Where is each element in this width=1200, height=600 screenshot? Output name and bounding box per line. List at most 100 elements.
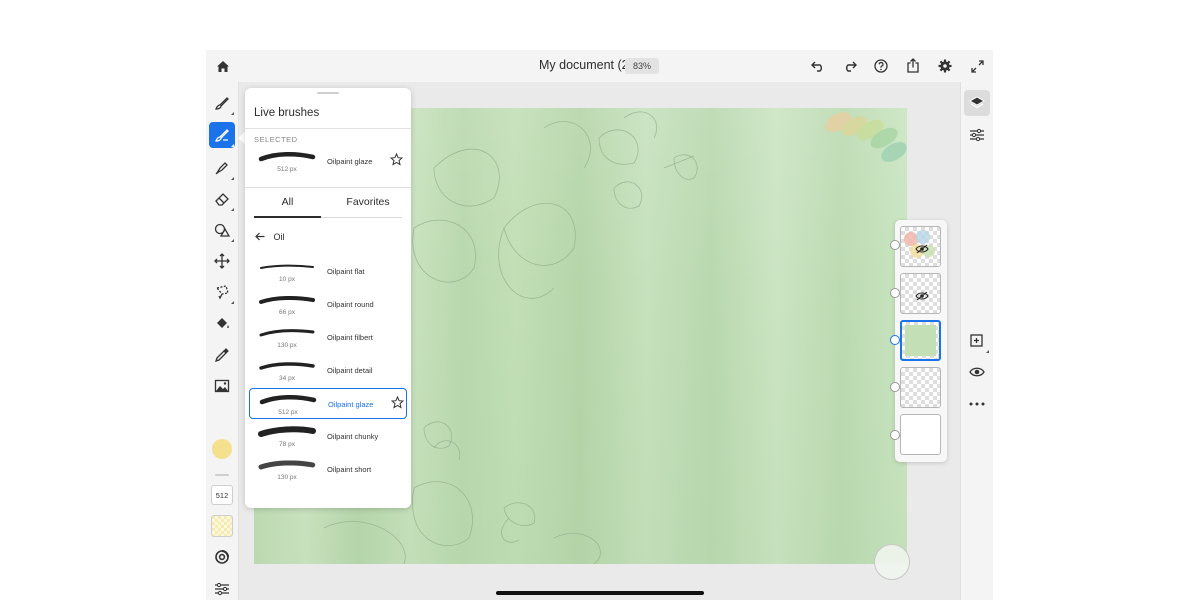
brush-row[interactable]: 78 px Oilpaint chunky bbox=[249, 421, 407, 452]
layer-blend-dot[interactable] bbox=[890, 240, 900, 250]
active-tab-indicator bbox=[254, 216, 321, 218]
brush-size: 66 px bbox=[279, 309, 295, 316]
layer-blend-dot[interactable] bbox=[890, 430, 900, 440]
layer-thumbnail-2[interactable] bbox=[900, 273, 941, 314]
toolbar-divider bbox=[215, 474, 229, 476]
layers-panel bbox=[890, 220, 947, 462]
brush-stroke-preview bbox=[259, 395, 317, 405]
shape-icon[interactable] bbox=[209, 217, 235, 243]
add-layer-icon[interactable] bbox=[964, 328, 990, 354]
layer-thumbnail-1[interactable] bbox=[900, 226, 941, 267]
brush-stroke-preview bbox=[259, 295, 315, 304]
divider bbox=[245, 128, 411, 129]
top-bar: My document (2) 83% bbox=[206, 50, 993, 82]
brush-name: Oilpaint detail bbox=[327, 366, 373, 375]
panel-grab-handle[interactable] bbox=[317, 92, 339, 94]
home-indicator[interactable] bbox=[496, 591, 704, 595]
eraser-icon[interactable] bbox=[209, 186, 235, 212]
brush-size: 10 px bbox=[279, 276, 295, 283]
move-icon[interactable] bbox=[209, 248, 235, 274]
live-brushes-panel: Live brushes SELECTED 512 px Oilpaint gl… bbox=[245, 88, 411, 508]
brush-size: 130 px bbox=[277, 342, 297, 349]
brush-size: 130 px bbox=[277, 474, 297, 481]
back-arrow-icon[interactable] bbox=[255, 232, 265, 241]
zoom-level[interactable]: 83% bbox=[625, 58, 659, 74]
undo-icon[interactable] bbox=[810, 58, 826, 74]
brush-stroke-preview bbox=[260, 264, 314, 269]
category-name: Oil bbox=[273, 232, 285, 242]
submenu-indicator bbox=[231, 177, 234, 180]
settings-icon[interactable] bbox=[937, 58, 953, 74]
home-icon[interactable] bbox=[214, 58, 232, 74]
tool-properties-icon[interactable] bbox=[209, 576, 235, 600]
brush-row[interactable]: 130 px Oilpaint filbert bbox=[249, 322, 407, 353]
adjustments-icon[interactable] bbox=[964, 122, 990, 148]
brush-size: 512 px bbox=[278, 409, 298, 416]
layers-icon[interactable] bbox=[964, 90, 990, 116]
image-icon[interactable] bbox=[209, 373, 235, 399]
submenu-indicator bbox=[986, 350, 989, 353]
brush-row-selected[interactable]: 512 px Oilpaint glaze bbox=[249, 388, 407, 419]
document-title[interactable]: My document (2) bbox=[539, 58, 633, 72]
brush-stroke-preview bbox=[259, 362, 315, 370]
eyedropper-icon[interactable] bbox=[209, 342, 235, 368]
ruler-icon[interactable] bbox=[964, 596, 990, 600]
submenu-indicator bbox=[231, 208, 234, 211]
pixel-brush-icon[interactable] bbox=[209, 90, 235, 116]
brush-name: Oilpaint glaze bbox=[327, 157, 373, 166]
tab-favorites[interactable]: Favorites bbox=[325, 196, 411, 208]
brush-name: Oilpaint glaze bbox=[328, 400, 374, 409]
brush-size-value[interactable]: 512 bbox=[211, 485, 233, 505]
share-icon[interactable] bbox=[905, 57, 921, 74]
right-toolbar bbox=[960, 82, 993, 600]
brush-name: Oilpaint flat bbox=[327, 267, 365, 276]
brush-stroke-preview bbox=[258, 152, 316, 162]
layer-blend-dot[interactable] bbox=[890, 382, 900, 392]
layer-thumbnail-4[interactable] bbox=[900, 367, 941, 408]
brush-opacity-swatch[interactable] bbox=[211, 515, 233, 537]
layer-blend-dot[interactable] bbox=[890, 335, 900, 345]
live-brush-icon[interactable] bbox=[209, 122, 235, 148]
modifier-touch-button[interactable] bbox=[874, 544, 910, 580]
brush-name: Oilpaint chunky bbox=[327, 432, 379, 441]
left-toolbar: 512 bbox=[206, 82, 239, 600]
brush-stroke-preview bbox=[258, 460, 316, 470]
brush-row[interactable]: 66 px Oilpaint round bbox=[249, 289, 407, 320]
brush-size: 512 px bbox=[277, 166, 297, 173]
vector-brush-icon[interactable] bbox=[209, 155, 235, 181]
selected-brush-row[interactable]: 512 px Oilpaint glaze bbox=[249, 146, 407, 177]
hidden-eye-icon[interactable] bbox=[915, 288, 929, 306]
lasso-icon[interactable] bbox=[209, 279, 235, 305]
layer-thumbnail-background[interactable] bbox=[900, 414, 941, 455]
more-icon[interactable] bbox=[964, 391, 990, 417]
submenu-indicator bbox=[231, 112, 234, 115]
submenu-indicator bbox=[231, 239, 234, 242]
layer-blend-dot[interactable] bbox=[890, 288, 900, 298]
brush-row[interactable]: 10 px Oilpaint flat bbox=[249, 256, 407, 287]
fullscreen-icon[interactable] bbox=[969, 58, 985, 74]
tab-all[interactable]: All bbox=[254, 196, 321, 208]
category-back-row[interactable]: Oil bbox=[255, 232, 285, 242]
help-icon[interactable] bbox=[873, 58, 889, 74]
brush-size: 78 px bbox=[279, 441, 295, 448]
brush-stroke-preview bbox=[259, 329, 315, 337]
brush-settings-icon[interactable] bbox=[209, 544, 235, 570]
brush-stroke-preview bbox=[258, 426, 316, 437]
divider bbox=[245, 187, 411, 188]
submenu-indicator bbox=[231, 144, 234, 147]
brush-name: Oilpaint filbert bbox=[327, 333, 373, 342]
layer-preview bbox=[905, 325, 936, 356]
hidden-eye-icon[interactable] bbox=[915, 241, 929, 259]
layer-thumbnail-3[interactable] bbox=[900, 320, 941, 361]
brush-color-swatch[interactable] bbox=[212, 439, 232, 459]
visibility-icon[interactable] bbox=[964, 359, 990, 385]
favorite-star-icon[interactable] bbox=[390, 395, 405, 414]
brush-row[interactable]: 130 px Oilpaint short bbox=[249, 454, 407, 485]
redo-icon[interactable] bbox=[842, 58, 858, 74]
submenu-indicator bbox=[231, 301, 234, 304]
favorite-star-icon[interactable] bbox=[389, 152, 404, 171]
panel-title: Live brushes bbox=[254, 107, 320, 119]
brush-size: 34 px bbox=[279, 375, 295, 382]
fill-icon[interactable] bbox=[209, 310, 235, 336]
brush-row[interactable]: 34 px Oilpaint detail bbox=[249, 355, 407, 386]
